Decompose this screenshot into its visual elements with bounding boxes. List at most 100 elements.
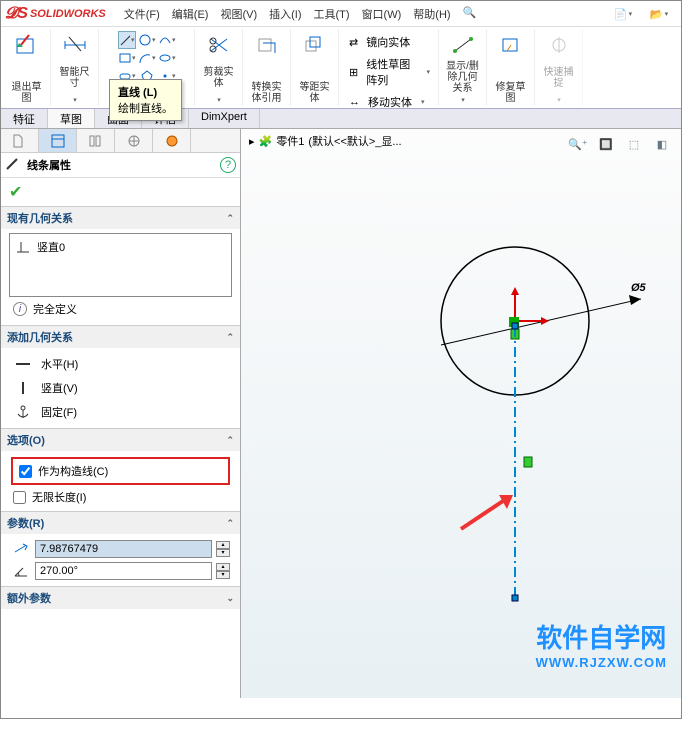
tab-dimxpert[interactable]: DimXpert bbox=[189, 109, 260, 128]
pattern-icon: ⊞ bbox=[349, 66, 358, 79]
section-header-options[interactable]: 选项(O)⌃ bbox=[1, 429, 240, 451]
section-add-relations: 添加几何关系⌃ 水平(H) 竖直(V) 固定(F) bbox=[1, 325, 240, 428]
mirror-icon: ⇄ bbox=[349, 36, 358, 49]
move-button[interactable]: ↔移动实体▾ bbox=[345, 91, 429, 113]
view-orient-icon[interactable]: ⬚ bbox=[623, 133, 645, 155]
new-doc-icon[interactable]: 📄▾ bbox=[607, 3, 639, 25]
panel-tabs bbox=[1, 129, 240, 153]
section-header-params[interactable]: 参数(R)⌃ bbox=[1, 512, 240, 534]
ptab-dim-icon[interactable] bbox=[115, 129, 153, 152]
convert-entities-button[interactable]: 转换实体引用 bbox=[243, 29, 291, 106]
part-name[interactable]: 零件1 bbox=[276, 133, 304, 149]
infinite-checkbox[interactable] bbox=[13, 491, 26, 504]
line-property-icon bbox=[5, 157, 21, 173]
property-header: 线条属性 ? bbox=[1, 153, 240, 178]
relation-horizontal-button[interactable]: 水平(H) bbox=[9, 352, 232, 376]
construction-checkbox-row[interactable]: 作为构造线(C) bbox=[15, 461, 226, 481]
relation-fix-button[interactable]: 固定(F) bbox=[9, 400, 232, 424]
relations-listbox[interactable]: 竖直0 bbox=[9, 233, 232, 297]
line-tooltip: 直线 (L) 绘制直线。 bbox=[109, 79, 182, 121]
section-header-existing[interactable]: 现有几何关系⌃ bbox=[1, 207, 240, 229]
arc-tool-icon[interactable]: ▾ bbox=[138, 49, 156, 67]
arrowhead-icon bbox=[629, 295, 641, 305]
viewer-toolbar: 🔍⁺ 🔲 ⬚ ◧ bbox=[567, 133, 673, 155]
vertical-icon bbox=[13, 379, 33, 397]
spline-tool-icon[interactable]: ▾ bbox=[158, 31, 176, 49]
vertical-relation-icon bbox=[15, 240, 31, 254]
open-doc-icon[interactable]: 📂▾ bbox=[643, 3, 675, 25]
relation-vertical-button[interactable]: 竖直(V) bbox=[9, 376, 232, 400]
ptab-config-icon[interactable] bbox=[77, 129, 115, 152]
expand-icon[interactable]: ▸ bbox=[249, 135, 255, 148]
breadcrumb: ▸ 🧩 零件1 (默认<<默认>_显... bbox=[249, 133, 402, 149]
rectangle-tool-icon[interactable]: ▾ bbox=[118, 49, 136, 67]
display-style-icon[interactable]: ◧ bbox=[651, 133, 673, 155]
menu-view[interactable]: 视图(V) bbox=[214, 6, 263, 22]
relation-item-vertical[interactable]: 竖直0 bbox=[14, 238, 227, 256]
param-angle-row: ▴▾ bbox=[9, 560, 232, 582]
angle-icon bbox=[11, 562, 31, 580]
angle-input[interactable] bbox=[35, 562, 212, 580]
ptab-property-icon[interactable] bbox=[39, 129, 77, 152]
menu-tools[interactable]: 工具(T) bbox=[308, 6, 356, 22]
tab-features[interactable]: 特征 bbox=[1, 109, 48, 128]
main-area: 线条属性 ? ✔ 现有几何关系⌃ 竖直0 i 完全定义 添加几何关系⌃ bbox=[1, 129, 681, 698]
annotation-arrow bbox=[461, 499, 506, 529]
repair-sketch-button[interactable]: 修复草图 bbox=[487, 29, 535, 106]
offset-entities-button[interactable]: 等距实体 bbox=[291, 29, 339, 106]
help-icon[interactable]: ? bbox=[220, 157, 236, 173]
menu-window[interactable]: 窗口(W) bbox=[356, 6, 408, 22]
info-icon: i bbox=[13, 302, 27, 316]
watermark: 软件自学网 WWW.RJZXW.COM bbox=[536, 618, 667, 670]
part-config: (默认<<默认>_显... bbox=[308, 133, 401, 149]
infinite-checkbox-row[interactable]: 无限长度(I) bbox=[9, 487, 232, 507]
line-tool-icon[interactable]: ▾ bbox=[118, 31, 136, 49]
menu-help[interactable]: 帮助(H) bbox=[407, 6, 456, 22]
ellipse-tool-icon[interactable]: ▾ bbox=[158, 49, 176, 67]
vertical-symbol-icon[interactable] bbox=[524, 457, 532, 467]
zoom-fit-icon[interactable]: 🔍⁺ bbox=[567, 133, 589, 155]
menu-file[interactable]: 文件(F) bbox=[118, 6, 166, 22]
construction-checkbox[interactable] bbox=[19, 465, 32, 478]
ptab-feature-tree-icon[interactable] bbox=[1, 129, 39, 152]
angle-spinner[interactable]: ▴▾ bbox=[216, 563, 230, 579]
app-logo: 𝓓SSOLIDWORKS bbox=[5, 5, 106, 23]
command-tabs: 特征 草图 曲面 评估 DimXpert bbox=[1, 109, 681, 129]
title-bar: 𝓓SSOLIDWORKS 文件(F) 编辑(E) 视图(V) 插入(I) 工具(… bbox=[1, 1, 681, 27]
status-row: i 完全定义 bbox=[9, 297, 232, 321]
section-existing-relations: 现有几何关系⌃ 竖直0 i 完全定义 bbox=[1, 206, 240, 325]
trim-button[interactable]: 剪裁实体▾ bbox=[195, 29, 243, 106]
tab-sketch[interactable]: 草图 bbox=[48, 109, 95, 128]
param-length-row: ▴▾ bbox=[9, 538, 232, 560]
section-options: 选项(O)⌃ 作为构造线(C) 无限长度(I) bbox=[1, 428, 240, 511]
circle-tool-icon[interactable]: ▾ bbox=[138, 31, 156, 49]
patterns-group: ⇄镜向实体 ⊞线性草图阵列▾ ↔移动实体▾ bbox=[339, 29, 439, 106]
length-spinner[interactable]: ▴▾ bbox=[216, 541, 230, 557]
ok-button[interactable]: ✔ bbox=[1, 178, 240, 206]
section-header-add[interactable]: 添加几何关系⌃ bbox=[1, 326, 240, 348]
exit-sketch-button[interactable]: 退出草图 bbox=[3, 29, 51, 106]
quick-access: 📄▾ 📂▾ bbox=[607, 3, 675, 25]
section-header-extra[interactable]: 额外参数⌄ bbox=[1, 587, 240, 609]
anchor-icon bbox=[13, 403, 33, 421]
graphics-viewer[interactable]: ▸ 🧩 零件1 (默认<<默认>_显... 🔍⁺ 🔲 ⬚ ◧ Ø5 bbox=[241, 129, 681, 698]
dim-text[interactable]: Ø5 bbox=[631, 282, 647, 294]
horizontal-icon bbox=[13, 355, 33, 373]
linear-pattern-button[interactable]: ⊞线性草图阵列▾ bbox=[345, 53, 434, 91]
zoom-area-icon[interactable]: 🔲 bbox=[595, 133, 617, 155]
smart-dimension-button[interactable]: 智能尺寸▾ bbox=[51, 29, 99, 106]
menu-edit[interactable]: 编辑(E) bbox=[166, 6, 215, 22]
quick-snap-button: 快速捕捉▾ bbox=[535, 29, 583, 106]
section-params: 参数(R)⌃ ▴▾ ▴▾ bbox=[1, 511, 240, 586]
display-relations-button[interactable]: 显示/删除几何关系▾ bbox=[439, 29, 487, 106]
endpoint-bottom[interactable] bbox=[512, 595, 518, 601]
section-extra: 额外参数⌄ bbox=[1, 586, 240, 609]
property-panel: 线条属性 ? ✔ 现有几何关系⌃ 竖直0 i 完全定义 添加几何关系⌃ bbox=[1, 129, 241, 698]
length-input[interactable] bbox=[35, 540, 212, 558]
menu-search-icon[interactable]: 🔍 bbox=[457, 6, 483, 22]
menu-insert[interactable]: 插入(I) bbox=[263, 6, 307, 22]
endpoint-top[interactable] bbox=[512, 323, 518, 329]
mirror-button[interactable]: ⇄镜向实体 bbox=[345, 31, 414, 53]
ptab-appearance-icon[interactable] bbox=[153, 129, 191, 152]
move-icon: ↔ bbox=[349, 96, 360, 108]
